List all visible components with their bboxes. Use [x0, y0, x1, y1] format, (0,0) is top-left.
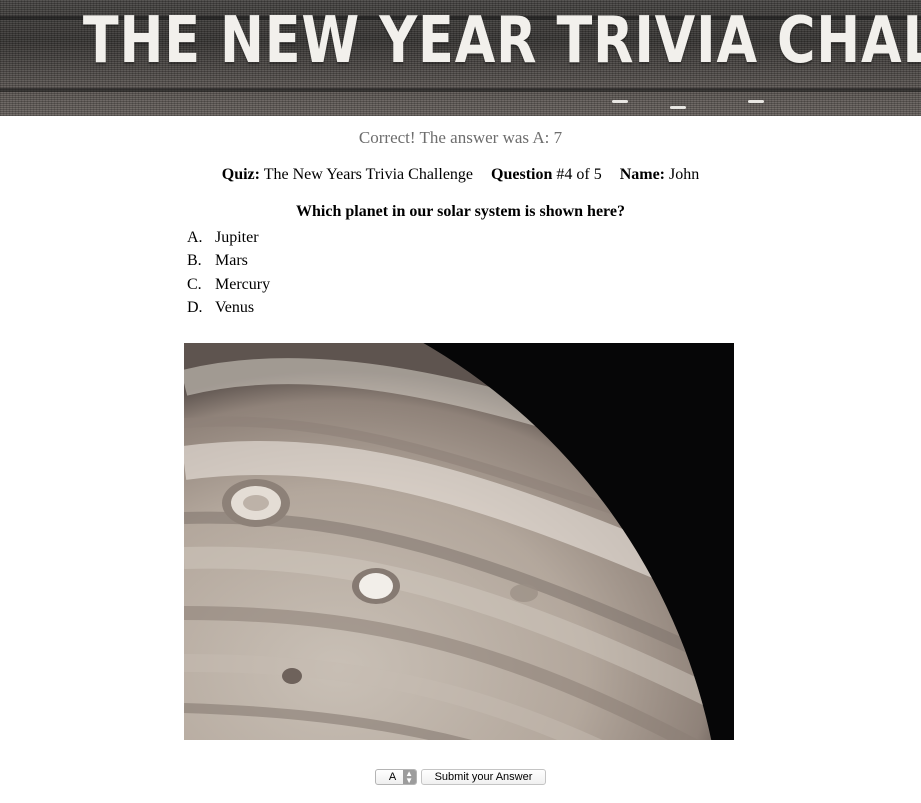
question-info: Question #4 of 5 [491, 166, 602, 183]
quiz-info: Quiz: The New Years Trivia Challenge [222, 166, 473, 183]
answer-option: A. Jupiter [187, 226, 921, 249]
player-name: John [669, 166, 700, 183]
ceiling-light [748, 100, 764, 103]
question-text: Which planet in our solar system is show… [296, 203, 625, 220]
jupiter-illustration [184, 343, 734, 740]
answer-letter: A. [187, 229, 203, 246]
header-banner: THE NEW YEAR TRIVIA CHALLENGE [0, 0, 921, 116]
answer-select[interactable]: A ▲ ▼ [374, 769, 417, 785]
answer-letter: C. [187, 275, 202, 293]
quiz-label: Quiz: [221, 166, 260, 183]
answer-letter: B. [187, 252, 202, 270]
planet-image [184, 343, 734, 740]
player-info: Name: John [620, 166, 700, 183]
answer-select-value: A [388, 771, 397, 783]
quiz-name: The New Years Trivia Challenge [263, 166, 474, 183]
answer-text: Jupiter [215, 229, 259, 246]
banner-title: THE NEW YEAR TRIVIA CHALLENGE [82, 4, 921, 78]
answer-list: A. Jupiter B. Mars C. Mercury D. Venus [187, 226, 921, 319]
ceiling-light [670, 106, 686, 109]
answer-letter: D. [187, 298, 203, 316]
ceiling-light [612, 100, 628, 103]
answer-text: Venus [215, 298, 255, 316]
quiz-meta: Quiz: The New Years Trivia Challenge Que… [0, 166, 921, 188]
submit-answer-button[interactable]: Submit your Answer [420, 769, 547, 785]
answer-text: Mars [215, 252, 248, 270]
answer-feedback: Correct! The answer was A: 7 [358, 128, 563, 147]
updown-arrows-icon: ▲ ▼ [402, 770, 416, 785]
answer-controls: A ▲ ▼ Submit your Answer [0, 769, 921, 785]
answer-option: B. Mars [187, 249, 921, 272]
answer-option: C. Mercury [187, 273, 921, 296]
question-label: Question [491, 166, 553, 183]
question-progress: #4 of 5 [556, 166, 602, 183]
answer-option: D. Venus [187, 296, 921, 319]
banner-beam [0, 88, 921, 92]
answer-text: Mercury [215, 275, 271, 293]
name-label: Name: [619, 166, 665, 183]
